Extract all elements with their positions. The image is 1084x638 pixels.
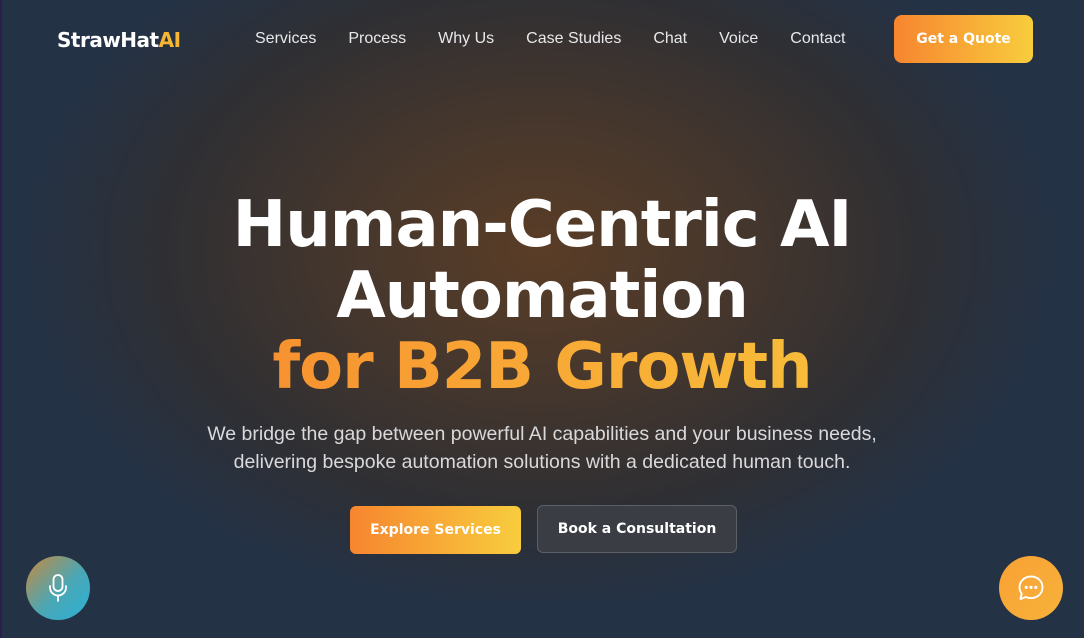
logo-text: StrawHat bbox=[57, 28, 159, 52]
get-quote-button[interactable]: Get a Quote bbox=[894, 15, 1033, 63]
hero-title-line-1: Human-Centric AI bbox=[232, 188, 853, 262]
hero-subtitle: We bridge the gap between powerful AI ca… bbox=[0, 420, 1084, 476]
top-navbar: StrawHatAI Services Process Why Us Case … bbox=[0, 0, 1084, 80]
logo-accent-text: AI bbox=[158, 28, 181, 52]
hero-title-accent: for B2B Growth bbox=[0, 332, 1084, 403]
nav-link-case-studies[interactable]: Case Studies bbox=[526, 30, 621, 48]
brand-logo[interactable]: StrawHatAI bbox=[57, 28, 181, 52]
nav-link-voice[interactable]: Voice bbox=[719, 30, 758, 48]
nav-link-why-us[interactable]: Why Us bbox=[438, 30, 494, 48]
voice-assistant-button[interactable] bbox=[26, 556, 90, 620]
chat-bubble-icon bbox=[1018, 575, 1044, 600]
explore-services-button[interactable]: Explore Services bbox=[350, 506, 521, 554]
hero-title-line-2: Automation bbox=[336, 259, 749, 333]
nav-link-process[interactable]: Process bbox=[348, 30, 406, 48]
chat-widget-button[interactable] bbox=[999, 556, 1063, 620]
book-consultation-button[interactable]: Book a Consultation bbox=[537, 505, 737, 553]
nav-link-services[interactable]: Services bbox=[255, 30, 316, 48]
nav-link-contact[interactable]: Contact bbox=[790, 30, 845, 48]
nav-links: Services Process Why Us Case Studies Cha… bbox=[255, 30, 877, 48]
hero-title: Human-Centric AI Automation for B2B Grow… bbox=[0, 190, 1084, 403]
hero-subtitle-line-1: We bridge the gap between powerful AI ca… bbox=[207, 423, 877, 445]
hero-subtitle-line-2: delivering bespoke automation solutions … bbox=[233, 451, 851, 473]
microphone-icon bbox=[49, 574, 67, 602]
nav-link-chat[interactable]: Chat bbox=[653, 30, 687, 48]
